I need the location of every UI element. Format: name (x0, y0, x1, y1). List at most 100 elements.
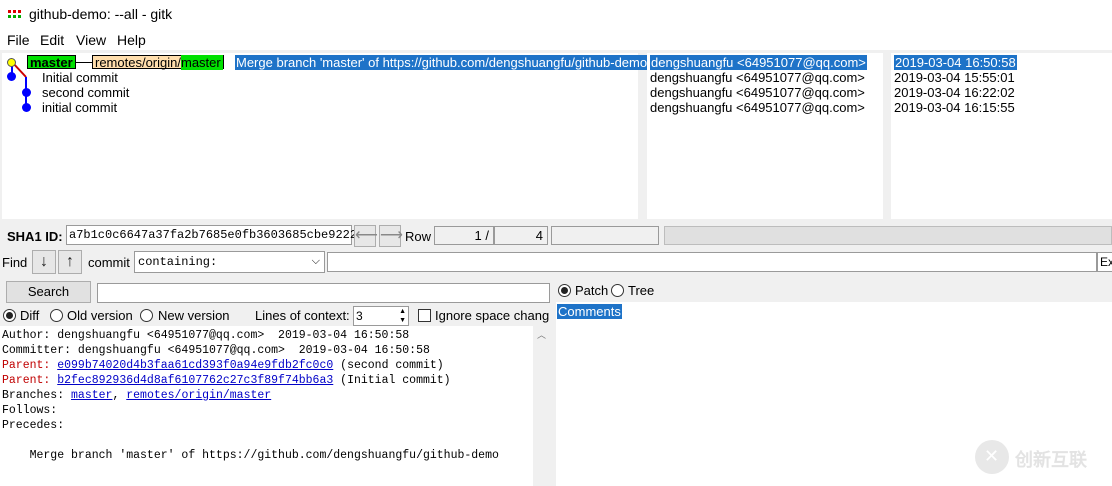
date-row-0[interactable]: 2019-03-04 16:50:58 (894, 55, 1017, 70)
commit-row-0[interactable]: Merge branch 'master' of https://github.… (235, 55, 649, 70)
ref-connector (76, 62, 92, 63)
remote-ref-origin-master[interactable]: remotes/origin/master (92, 55, 224, 70)
details-scrollbar[interactable]: ︿ (533, 326, 550, 486)
gitk-app-icon (8, 10, 23, 19)
new-version-label[interactable]: New version (158, 308, 230, 323)
commit-subject: Merge branch 'master' of https://github.… (235, 55, 649, 70)
diff-radio-label[interactable]: Diff (20, 308, 39, 323)
author-row-2[interactable]: dengshuangfu <64951077@qq.com> (650, 85, 865, 100)
commit-dot-initial-upper[interactable] (7, 72, 16, 81)
new-version-radio[interactable] (140, 309, 153, 322)
find-label: Find (2, 255, 28, 270)
author-row-0[interactable]: dengshuangfu <64951077@qq.com> (650, 55, 867, 70)
parent-line-1: Parent: e099b74020d4b3faa61cd393f0a94e9f… (2, 359, 444, 372)
find-down-button[interactable]: ↓ (32, 250, 56, 274)
find-up-button[interactable]: ↑ (58, 250, 82, 274)
spin-down-icon[interactable]: ▼ (399, 316, 406, 325)
tree-label[interactable]: Tree (628, 283, 654, 298)
parent-line-2: Parent: b2fec892936d4d8af6107762c27c3f89… (2, 374, 451, 387)
parent-label: Parent: (2, 359, 51, 372)
commit-dot-initial[interactable] (22, 103, 31, 112)
diff-radio[interactable] (3, 309, 16, 322)
commit-dot-second[interactable] (22, 88, 31, 97)
search-button[interactable]: Search (6, 281, 91, 303)
menu-view[interactable]: View (76, 32, 106, 48)
parent-desc: (second commit) (333, 359, 444, 372)
back-arrow-button[interactable]: ⟵ (354, 225, 378, 247)
row-current: 1 / (434, 226, 494, 245)
forward-arrow-button[interactable]: ⟶ (379, 225, 403, 247)
scroll-up-icon[interactable]: ︿ (537, 328, 546, 341)
tree-radio[interactable] (611, 284, 624, 297)
sha1-label: SHA1 ID: (7, 229, 63, 244)
ignore-space-label[interactable]: Ignore space chang (435, 308, 549, 323)
sha1-field[interactable]: a7b1c0c6647a37fa2b7685e0fb3603685cbe9222 (66, 225, 357, 245)
commit-details-text[interactable]: Author: dengshuangfu <64951077@qq.com> 2… (0, 326, 533, 486)
parent-desc: (Initial commit) (333, 374, 451, 387)
parent-label: Parent: (2, 374, 51, 387)
chevron-down-icon: ⌵ (311, 256, 320, 268)
find-type-label[interactable]: commit (88, 255, 130, 270)
ignore-space-checkbox[interactable] (418, 309, 431, 322)
date-value: 2019-03-04 16:50:58 (894, 55, 1017, 70)
commit-row-3[interactable]: initial commit (42, 100, 117, 115)
date-pane[interactable]: 2019-03-04 16:50:58 2019-03-04 15:55:01 … (891, 53, 1112, 219)
branch-link-master[interactable]: master (71, 389, 112, 402)
remote-ref-prefix: remotes/origin/ (95, 55, 181, 70)
author-pane[interactable]: dengshuangfu <64951077@qq.com> dengshuan… (647, 53, 883, 219)
watermark-logo-glyph: ✕ (984, 446, 1000, 466)
head-commit-dot[interactable] (7, 58, 16, 67)
up-arrow-icon: ↑ (66, 253, 74, 270)
progress-bar (551, 226, 659, 245)
commit-row-1[interactable]: Initial commit (42, 70, 118, 85)
window-title: github-demo: --all - gitk (29, 6, 173, 22)
patch-radio[interactable] (558, 284, 571, 297)
patch-label[interactable]: Patch (575, 283, 608, 298)
down-arrow-icon: ↓ (40, 253, 48, 270)
find-mode-dropdown[interactable]: containing: ⌵ (134, 251, 325, 273)
parent-sha-link[interactable]: b2fec892936d4d8af6107762c27c3f89f74bb6a3 (57, 374, 333, 387)
branches-label: Branches: (2, 389, 72, 402)
find-exact-dropdown[interactable]: Ex (1097, 252, 1112, 272)
commit-message: Merge branch 'master' of https://github.… (2, 449, 499, 462)
row-label: Row (405, 229, 432, 244)
author-line: Author: dengshuangfu <64951077@qq.com> 2… (2, 329, 410, 342)
context-value: 3 (356, 309, 363, 323)
remote-ref-branch: master (180, 55, 223, 70)
old-version-radio[interactable] (50, 309, 63, 322)
left-arrow-icon: ⟵ (355, 227, 378, 244)
commit-row-2[interactable]: second commit (42, 85, 129, 100)
menu-file[interactable]: File (7, 32, 30, 48)
date-row-3[interactable]: 2019-03-04 16:15:55 (894, 100, 1015, 115)
committer-line: Committer: dengshuangfu <64951077@qq.com… (2, 344, 430, 357)
find-mode-value: containing: (138, 255, 218, 269)
branch-separator: , (112, 389, 127, 402)
follows-line: Follows: (2, 404, 58, 417)
spin-up-icon[interactable]: ▲ (399, 307, 406, 316)
row-total: 4 (494, 226, 548, 245)
commit-graph-pane[interactable]: master remotes/origin/master Merge branc… (2, 53, 649, 219)
status-area (664, 226, 1112, 245)
menu-bar: File Edit View Help (0, 30, 1112, 50)
menu-help[interactable]: Help (117, 32, 146, 48)
parent-sha-link[interactable]: e099b74020d4b3faa61cd393f0a94e9fdb2fc0c0 (57, 359, 333, 372)
date-row-2[interactable]: 2019-03-04 16:22:02 (894, 85, 1015, 100)
head-ref-master[interactable]: master (27, 55, 76, 70)
old-version-label[interactable]: Old version (67, 308, 133, 323)
search-input[interactable] (97, 283, 550, 303)
find-text-input[interactable] (327, 252, 1097, 272)
menu-edit[interactable]: Edit (40, 32, 64, 48)
watermark-text: 创新互联 (1015, 450, 1087, 470)
precedes-line: Precedes: (2, 419, 65, 432)
branches-line: Branches: master, remotes/origin/master (2, 389, 271, 402)
context-spinbox[interactable]: 3 ▲ ▼ (353, 306, 409, 326)
title-bar: github-demo: --all - gitk (0, 0, 1112, 30)
date-row-1[interactable]: 2019-03-04 15:55:01 (894, 70, 1015, 85)
file-list-comments[interactable]: Comments (557, 304, 622, 319)
author-row-1[interactable]: dengshuangfu <64951077@qq.com> (650, 70, 865, 85)
watermark-logo-icon: ✕ (975, 440, 1009, 474)
right-arrow-icon: ⟶ (380, 227, 403, 244)
author-row-3[interactable]: dengshuangfu <64951077@qq.com> (650, 100, 865, 115)
context-label: Lines of context: (255, 308, 350, 323)
branch-link-remote[interactable]: remotes/origin/master (126, 389, 271, 402)
